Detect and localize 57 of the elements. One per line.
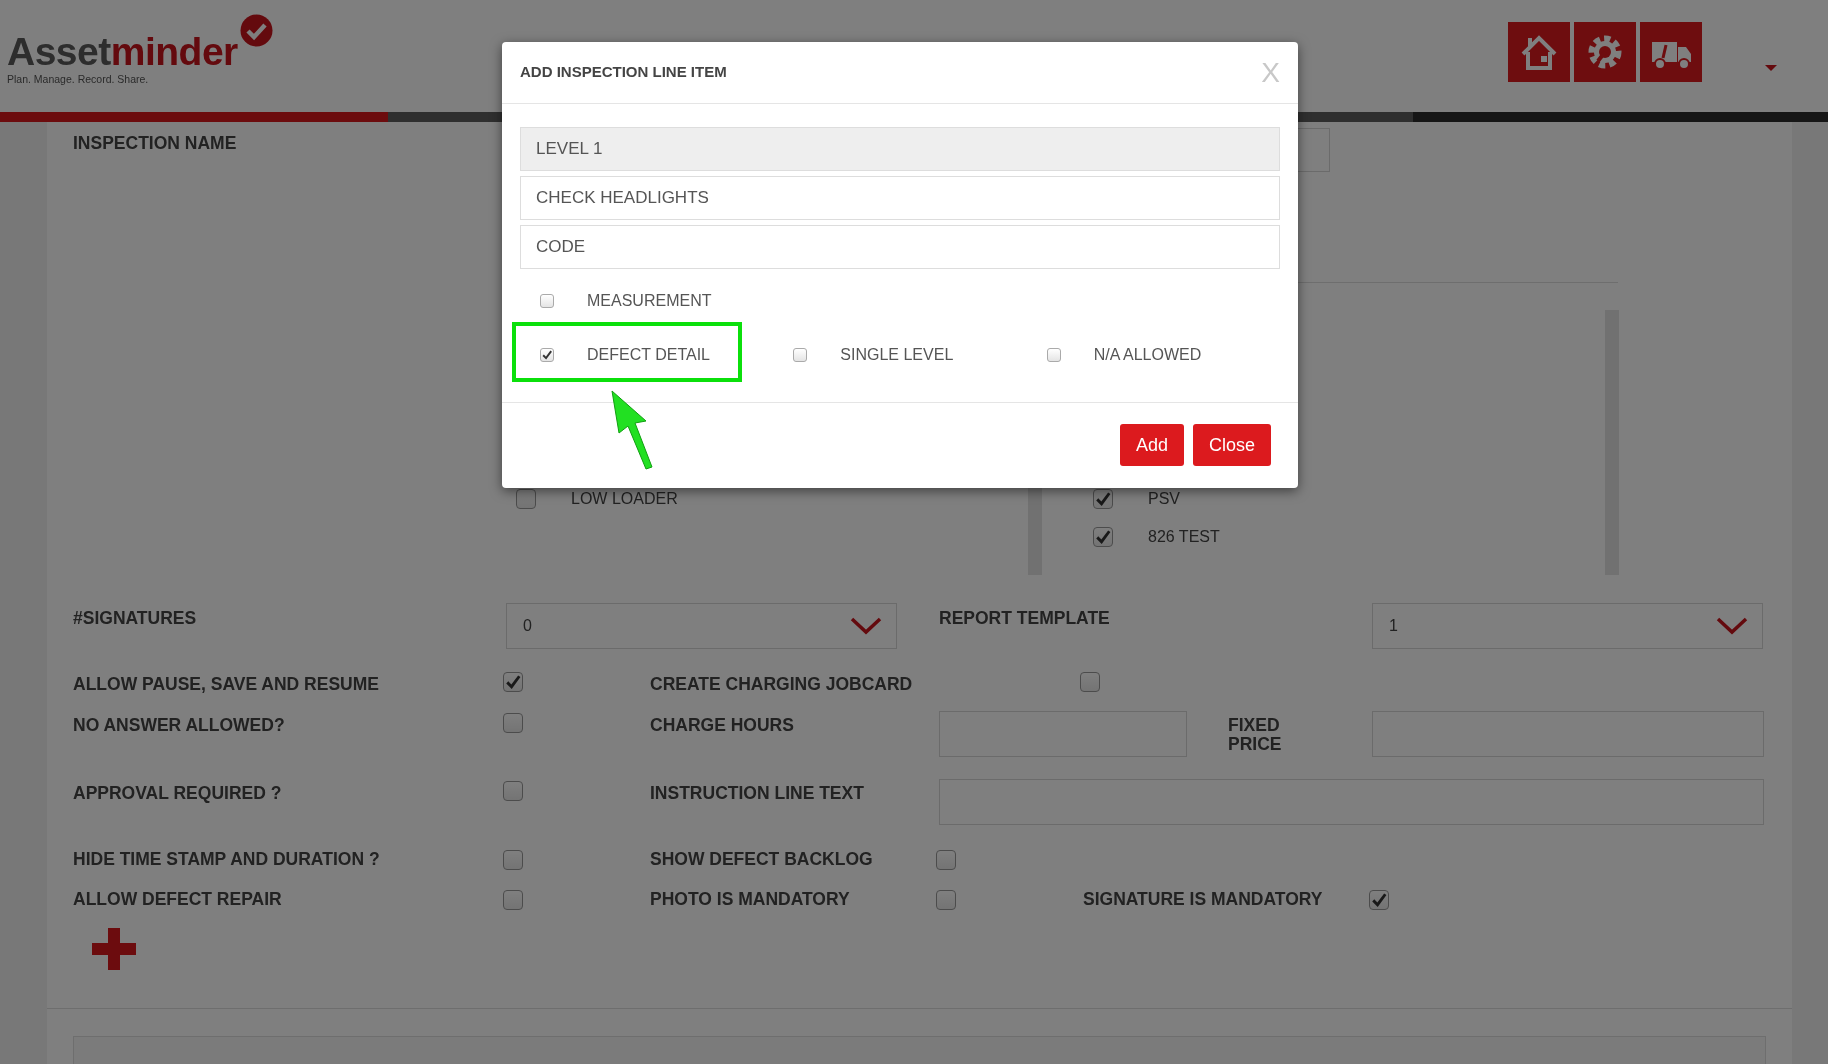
- field-label: INSPECTION NAME: [73, 132, 238, 154]
- select-field[interactable]: 1: [1372, 603, 1763, 649]
- checkbox[interactable]: [936, 890, 956, 910]
- checkbox[interactable]: [1093, 489, 1113, 509]
- vehicle-info-button[interactable]: [1640, 22, 1702, 82]
- chevron-icon: [850, 617, 882, 635]
- logo-tagline: Plan. Manage. Record. Share.: [7, 72, 150, 87]
- settings-button[interactable]: [1574, 22, 1636, 82]
- list-item-label: 826 TEST: [1148, 527, 1220, 547]
- field-label: CHARGE HOURS: [650, 714, 795, 736]
- checkbox[interactable]: [503, 672, 523, 692]
- caret-icon: [1765, 65, 1777, 71]
- option-label: N/A ALLOWED: [1093, 345, 1202, 365]
- field-label: SIGNATURE IS MANDATORY: [1083, 890, 1324, 910]
- checkbox[interactable]: [516, 489, 536, 509]
- checkbox[interactable]: [540, 348, 554, 362]
- field-label: CREATE CHARGING JOBCARD: [650, 673, 914, 695]
- field-label: REPORT TEMPLATE: [939, 607, 1111, 629]
- option-label: MEASUREMENT: [587, 291, 712, 311]
- checkbox[interactable]: [793, 348, 808, 362]
- checkbox[interactable]: [503, 781, 523, 801]
- add-button[interactable]: Add: [1119, 424, 1184, 466]
- plus-icon[interactable]: [92, 928, 136, 970]
- option-label: DEFECT DETAIL: [587, 345, 710, 365]
- checkbox[interactable]: [1046, 348, 1061, 362]
- field-label: NO ANSWER ALLOWED?: [73, 714, 286, 736]
- checkbox[interactable]: [936, 850, 956, 870]
- home-button[interactable]: [1508, 22, 1570, 82]
- checkbox[interactable]: [1080, 672, 1100, 692]
- logo-text: Asset: [7, 32, 111, 71]
- input-field[interactable]: CHECK HEADLIGHTS: [520, 176, 1280, 220]
- list-item-label: LOW LOADER: [571, 489, 678, 509]
- field-label: SHOW DEFECT BACKLOG: [650, 850, 874, 870]
- field-label: ALLOW DEFECT REPAIR: [73, 890, 283, 910]
- check-circle-icon: [240, 14, 273, 47]
- select-field[interactable]: 0: [506, 603, 897, 649]
- close-button[interactable]: Close: [1192, 424, 1271, 466]
- field-label: PHOTO IS MANDATORY: [650, 890, 851, 910]
- checkbox[interactable]: [503, 850, 523, 870]
- checkbox[interactable]: [1093, 527, 1113, 547]
- dialog-title: ADD INSPECTION LINE ITEM: [520, 62, 727, 83]
- field-label: HIDE TIME STAMP AND DURATION ?: [73, 850, 381, 870]
- option-label: SINGLE LEVEL: [840, 345, 954, 365]
- field-label: APPROVAL REQUIRED ?: [73, 782, 283, 804]
- arrow-icon: [610, 389, 654, 471]
- checkbox[interactable]: [503, 713, 523, 733]
- checkbox[interactable]: [1369, 890, 1389, 910]
- list-item-label: PSV: [1148, 489, 1180, 509]
- checkbox[interactable]: [540, 294, 554, 308]
- input-field[interactable]: CODE: [520, 225, 1280, 269]
- field-label: ALLOW PAUSE, SAVE AND RESUME: [73, 673, 380, 695]
- field-label: INSTRUCTION LINE TEXT: [650, 782, 865, 804]
- checkbox[interactable]: [503, 890, 523, 910]
- logo-text: minder: [110, 32, 238, 71]
- field-label: #SIGNATURES: [73, 607, 198, 629]
- field-label: FIXED PRICE: [1228, 714, 1283, 755]
- chevron-icon: [1716, 617, 1748, 635]
